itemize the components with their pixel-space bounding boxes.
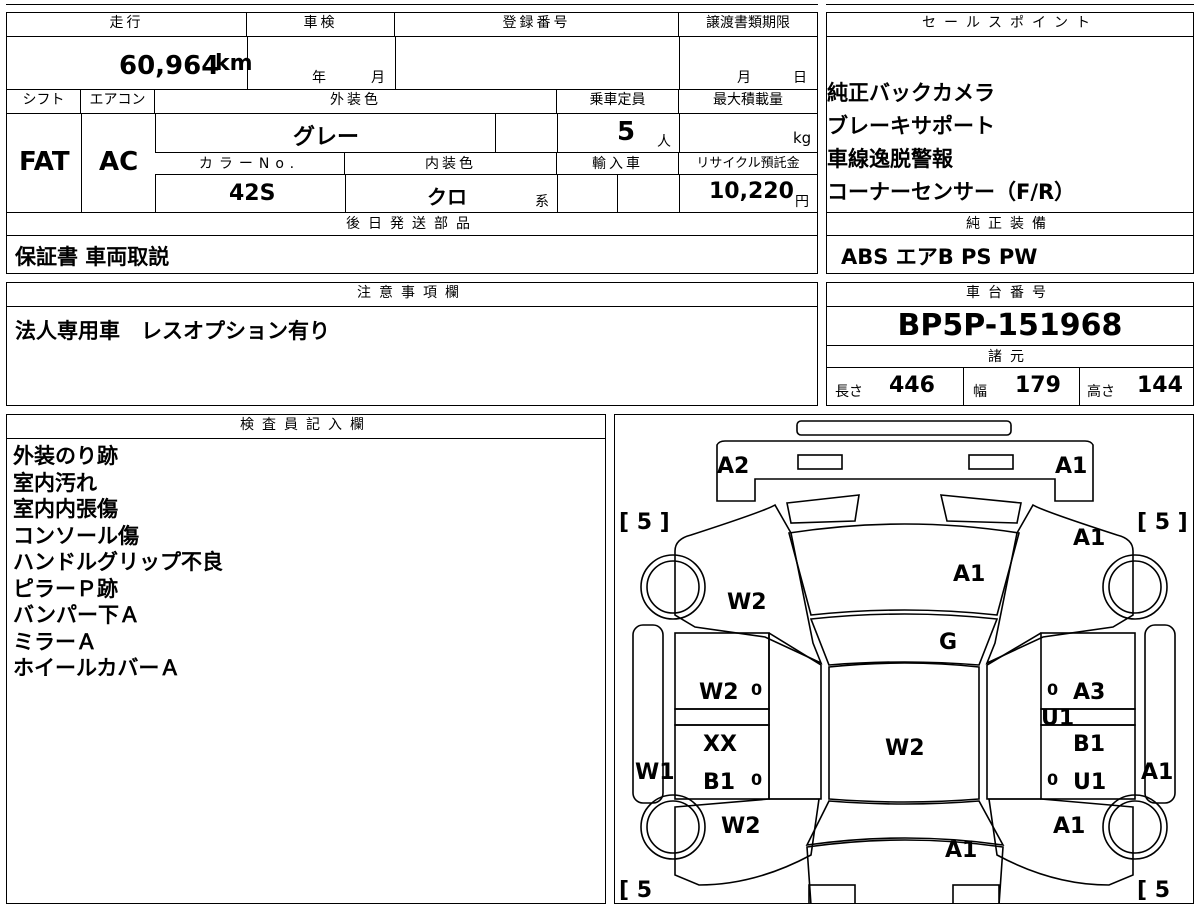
mark-rocker-left: W1	[635, 760, 675, 785]
sales-points-list: 純正バックカメラ ブレーキサポート 車線逸脱警報 コーナーセンサー（F/R）	[827, 77, 1075, 209]
load-header: 最大積載量	[679, 90, 817, 114]
exterior-value: グレー	[293, 125, 360, 150]
inspector-item: ミラーＡ	[13, 629, 97, 654]
inspector-item: ホイールカバーＡ	[13, 656, 181, 680]
mark-front-fender-right: A1	[1073, 526, 1105, 551]
chassis-value: BP5P-151968	[897, 308, 1123, 343]
sales-point-item: 車線逸脱警報	[827, 147, 953, 171]
width-value: 179	[1015, 373, 1061, 398]
length-label: 長さ	[835, 384, 863, 400]
mark-front-door-right: A3	[1073, 680, 1105, 705]
tire-tr-label: [ 5 ]	[1137, 510, 1188, 535]
tire-bl-label: [ 5	[619, 878, 652, 903]
sales-points-box: セールスポイント 純正バックカメラ ブレーキサポート 車線逸脱警報 コーナーセン…	[826, 12, 1194, 236]
shift-header: シフト	[7, 90, 81, 114]
length-value: 446	[889, 373, 935, 398]
mark-rear-door-right-2: U1	[1073, 770, 1106, 795]
mark-front-right: A1	[1055, 454, 1087, 479]
mileage-header: 走行	[7, 13, 247, 37]
mark-rear-fender-left: W2	[721, 814, 761, 839]
equipment-value: ABS エアB PS PW	[841, 245, 1038, 269]
registration-header: 登録番号	[395, 13, 679, 37]
inspector-item: 室内汚れ	[13, 470, 97, 495]
zero-marker: 0	[1047, 680, 1058, 699]
inspector-header: 検査員記入欄	[7, 415, 605, 439]
inspector-item: ハンドルグリップ不良	[13, 550, 223, 574]
interior-value: クロ	[427, 185, 467, 209]
top-edge-line	[6, 4, 818, 5]
exterior-header: 外装色	[155, 90, 557, 114]
sales-point-item: 純正バックカメラ	[827, 81, 995, 105]
height-label: 高さ	[1087, 384, 1115, 400]
damage-diagram-box: [ 5 ] [ 5 ] [ 5 [ 5 A2 A1 A1 A1 W2 G W2 …	[614, 414, 1194, 904]
interior-unit: 系	[535, 194, 549, 210]
sales-points-header: セールスポイント	[827, 13, 1193, 37]
top-edge-line-right	[826, 4, 1194, 5]
inspector-item: バンパー下Ａ	[13, 603, 141, 627]
sales-point-item: ブレーキサポート	[827, 114, 995, 138]
capacity-unit: 人	[657, 134, 671, 150]
capacity-header: 乗車定員	[557, 90, 679, 114]
ac-value: AC	[99, 147, 139, 177]
ac-header: エアコン	[81, 90, 155, 114]
inspector-box: 検査員記入欄 外装のり跡 室内汚れ 室内内張傷 コンソール傷 ハンドルグリップ不…	[6, 414, 606, 904]
mark-trunk: A1	[945, 838, 977, 863]
inspector-list: 外装のり跡 室内汚れ 室内内張傷 コンソール傷 ハンドルグリップ不良 ピラーＰ跡…	[13, 443, 223, 682]
inspector-item: コンソール傷	[13, 523, 139, 548]
sales-point-item: コーナーセンサー（F/R）	[827, 180, 1076, 204]
chassis-header: 車台番号	[827, 283, 1193, 307]
recycle-value: 10,220	[709, 179, 794, 204]
height-value: 144	[1137, 373, 1183, 398]
mark-front-door-left: W2	[699, 680, 739, 705]
vehicle-info-table: 走行 車検 登録番号 譲渡書類期限 60,964 km 年 月 月 日 シフト …	[6, 12, 818, 274]
transfer-header: 譲渡書類期限	[679, 13, 817, 37]
mark-rocker-right: A1	[1141, 760, 1173, 785]
transfer-month: 月	[737, 70, 751, 86]
tire-tl-label: [ 5 ]	[619, 510, 670, 535]
zero-marker: 0	[751, 770, 762, 789]
color-no-header: カラーNo.	[155, 153, 345, 175]
equipment-header: 純正装備	[827, 213, 1193, 236]
mark-rear-fender-right: A1	[1053, 814, 1085, 839]
import-header: 輸入車	[557, 153, 679, 175]
capacity-value: 5	[617, 117, 636, 147]
later-parts-value: 保証書 車両取説	[15, 245, 170, 269]
mark-rear-door-left-1: XX	[703, 732, 737, 757]
mark-front-left: A2	[717, 454, 749, 479]
mark-roof: W2	[885, 736, 925, 761]
inspector-item: 室内内張傷	[13, 497, 118, 521]
car-diagram: [ 5 ] [ 5 ] [ 5 [ 5 A2 A1 A1 A1 W2 G W2 …	[619, 420, 1188, 903]
interior-header: 内装色	[345, 153, 557, 175]
equipment-box: 純正装備 ABS エアB PS PW	[826, 212, 1194, 274]
inspector-item: 外装のり跡	[13, 444, 118, 468]
specs-header: 諸元	[827, 346, 1193, 368]
zero-marker: 0	[751, 680, 762, 699]
chassis-box: 車台番号 BP5P-151968 諸元 長さ 446 幅 179 高さ 144	[826, 282, 1194, 406]
mark-right-center: U1	[1041, 706, 1074, 731]
notes-value: 法人専用車 レスオプション有り	[15, 319, 330, 343]
mileage-value: 60,964	[119, 51, 220, 81]
tire-br-label: [ 5	[1137, 878, 1170, 903]
later-parts-header: 後日発送部品	[7, 213, 817, 236]
color-no-value: 42S	[229, 181, 276, 206]
notes-box: 注意事項欄 法人専用車 レスオプション有り	[6, 282, 818, 406]
mark-rear-door-left-2: B1	[703, 770, 735, 795]
load-unit: kg	[793, 129, 812, 147]
inspection-month: 月	[371, 70, 385, 86]
mark-hood: A1	[953, 562, 985, 587]
recycle-unit: 円	[795, 194, 809, 210]
mark-windshield: G	[939, 630, 957, 655]
transfer-day: 日	[793, 70, 807, 86]
mileage-unit: km	[215, 51, 253, 76]
mark-front-fender-left: W2	[727, 590, 767, 615]
inspection-year: 年	[312, 70, 326, 86]
shift-value: FAT	[19, 147, 70, 177]
inspector-item: ピラーＰ跡	[13, 576, 118, 601]
inspection-header: 車検	[247, 13, 395, 37]
width-label: 幅	[973, 384, 987, 400]
recycle-header: リサイクル預託金	[679, 153, 817, 175]
zero-marker: 0	[1047, 770, 1058, 789]
notes-header: 注意事項欄	[7, 283, 817, 307]
mark-rear-door-right-1: B1	[1073, 732, 1105, 757]
